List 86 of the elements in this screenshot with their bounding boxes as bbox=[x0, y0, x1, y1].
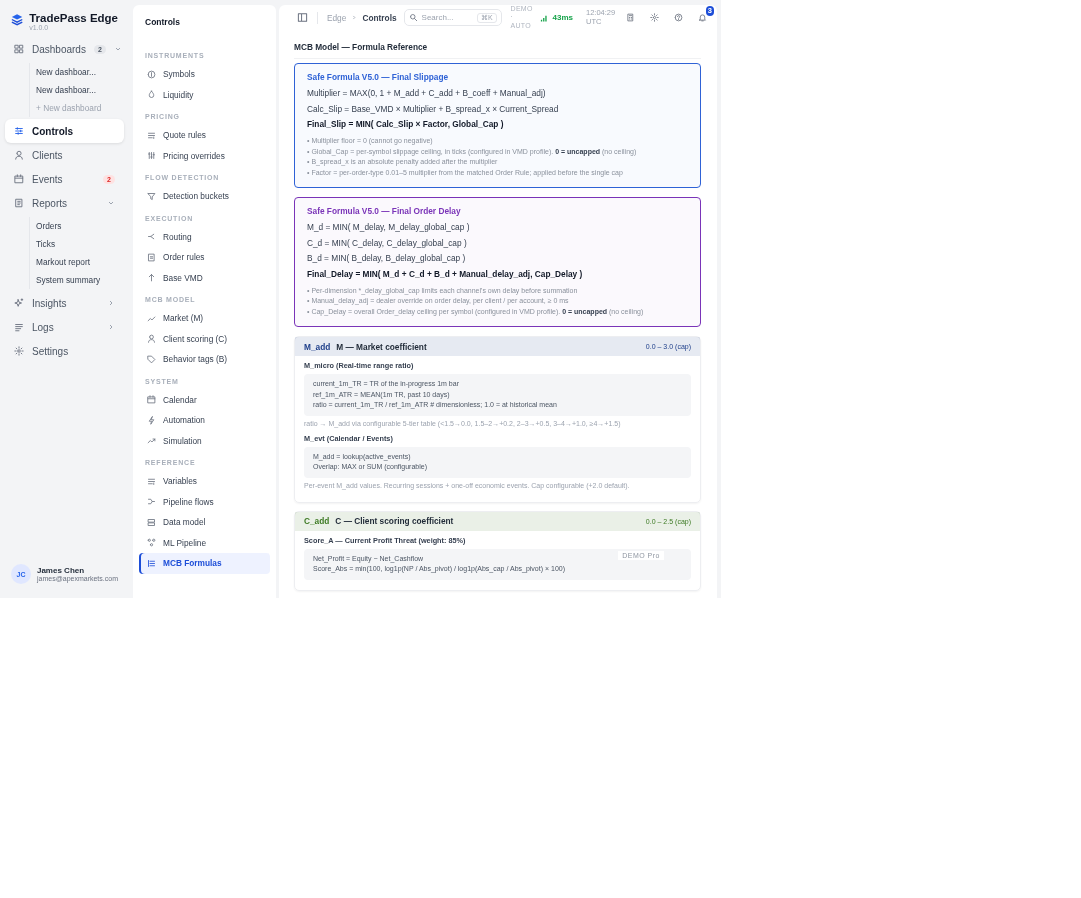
panel-item[interactable]: Data model bbox=[139, 512, 270, 533]
grid-icon bbox=[14, 44, 24, 54]
sun-icon[interactable] bbox=[650, 13, 659, 23]
search-icon bbox=[408, 13, 418, 23]
coefficient-code: M_add bbox=[304, 341, 331, 352]
nav-item[interactable]: Controls bbox=[5, 119, 124, 143]
sliders-icon bbox=[14, 126, 24, 136]
sidebar-toggle-icon[interactable] bbox=[297, 12, 308, 24]
calendar-icon bbox=[14, 174, 24, 184]
tag-icon bbox=[147, 354, 156, 364]
nav-item[interactable]: Settings bbox=[5, 339, 124, 363]
formula-line: B_d = MIN( B_delay, B_delay_global_cap ) bbox=[307, 253, 467, 264]
document-icon bbox=[147, 252, 156, 262]
lines-icon bbox=[14, 322, 24, 332]
formula-line: C_d = MIN( C_delay, C_delay_global_cap ) bbox=[307, 237, 468, 248]
panel-item[interactable]: Symbols bbox=[139, 64, 270, 85]
trend-icon bbox=[147, 313, 156, 323]
nav-item[interactable]: Clients bbox=[5, 143, 124, 167]
sun-icon bbox=[14, 346, 24, 356]
panel-title: Controls bbox=[144, 17, 181, 29]
panel-item[interactable]: Pipeline flows bbox=[139, 491, 270, 512]
sub-nav-link[interactable]: Orders bbox=[36, 217, 124, 235]
sub-nav-link[interactable]: Ticks bbox=[36, 235, 124, 253]
panel-item[interactable]: Detection buckets bbox=[139, 186, 270, 207]
chevron-right-icon bbox=[351, 14, 358, 22]
sub-nav-link[interactable]: System summary bbox=[36, 271, 124, 289]
app-name: TradePass Edge bbox=[29, 12, 118, 24]
panel-item[interactable]: Market (M) bbox=[139, 308, 270, 329]
branch-icon bbox=[147, 232, 156, 242]
formula-title: Safe Formula V5.0 — Final Order Delay bbox=[307, 206, 462, 217]
panel-item[interactable]: Quote rules bbox=[139, 125, 270, 146]
document-icon bbox=[14, 198, 24, 208]
arrow-up-icon bbox=[147, 273, 156, 283]
coefficient-title: M — Market coefficient bbox=[336, 341, 428, 352]
panel-item[interactable]: Calendar bbox=[139, 389, 270, 410]
formula-line: Final_Delay = MIN( M_d + C_d + B_d + Manual_delay_adj, Cap_Delay ) bbox=[307, 268, 584, 279]
user-name: James Chen bbox=[36, 566, 86, 575]
calculator-icon[interactable] bbox=[626, 13, 635, 23]
formula-line: M_d = MIN( M_delay, M_delay_global_cap ) bbox=[307, 222, 471, 233]
panel-item[interactable]: ML Pipeline bbox=[139, 532, 270, 553]
lines-icon bbox=[147, 476, 156, 486]
coefficient-code: C_add bbox=[304, 516, 330, 527]
list-icon bbox=[147, 558, 156, 568]
coin-icon bbox=[147, 69, 156, 79]
stack-logo-icon bbox=[11, 13, 24, 26]
panel-item[interactable]: Order rules bbox=[139, 247, 270, 268]
breadcrumb-current: Controls bbox=[362, 12, 397, 23]
page-title: MCB Model — Formula Reference bbox=[294, 42, 701, 60]
trend-icon bbox=[147, 436, 156, 446]
panel-item[interactable]: Client scoring (C) bbox=[139, 328, 270, 349]
formula-line: Multiplier = MAX(0, 1 + M_add + C_add + B_coeff + Manual_adj) bbox=[307, 88, 547, 99]
lines-icon bbox=[147, 130, 156, 140]
nodes-icon bbox=[147, 538, 156, 548]
drop-icon bbox=[147, 90, 156, 100]
signal-bars-icon bbox=[540, 13, 548, 22]
panel-item[interactable]: MCB Formulas bbox=[139, 553, 270, 574]
database-icon bbox=[147, 517, 156, 527]
nav-item[interactable]: Logs bbox=[5, 315, 124, 339]
nav-item[interactable]: Reports bbox=[5, 191, 124, 215]
panel-item[interactable]: Base VMD bbox=[139, 267, 270, 288]
coefficient-title: C — Client scoring coefficient bbox=[335, 516, 455, 527]
person-icon bbox=[147, 334, 156, 344]
calendar-icon bbox=[147, 395, 156, 405]
sub-nav-link[interactable]: New dashboar... bbox=[36, 81, 124, 99]
nav-item[interactable]: Insights bbox=[5, 291, 124, 315]
panel-item[interactable]: Variables bbox=[139, 471, 270, 492]
help-icon[interactable] bbox=[674, 13, 683, 23]
panel-item[interactable]: Behavior tags (B) bbox=[139, 349, 270, 370]
branch-icon bbox=[147, 497, 156, 507]
formula-line: Calc_Slip = Base_VMD × Multiplier + B_spread_x × Current_Spread bbox=[307, 103, 560, 114]
latency-reading: 43ms bbox=[552, 13, 573, 23]
sliders-icon bbox=[147, 151, 156, 161]
sub-nav-link[interactable]: Markout report bbox=[36, 253, 124, 271]
formula-title: Safe Formula V5.0 — Final Slippage bbox=[307, 72, 450, 83]
panel-item[interactable]: Automation bbox=[139, 410, 270, 431]
panel-item[interactable]: Pricing overrides bbox=[139, 145, 270, 166]
panel-item[interactable]: Liquidity bbox=[139, 84, 270, 105]
funnel-icon bbox=[147, 191, 156, 201]
panel-item[interactable]: Routing bbox=[139, 226, 270, 247]
lightning-icon bbox=[147, 415, 156, 425]
sub-nav-link[interactable]: New dashboar... bbox=[36, 63, 124, 81]
sparkle-icon bbox=[14, 298, 24, 308]
panel-item[interactable]: Simulation bbox=[139, 430, 270, 451]
bell-icon[interactable] bbox=[698, 13, 707, 23]
person-icon bbox=[14, 150, 24, 160]
formula-line: Final_Slip = MIN( Calc_Slip × Factor, Global_Cap ) bbox=[307, 119, 505, 130]
